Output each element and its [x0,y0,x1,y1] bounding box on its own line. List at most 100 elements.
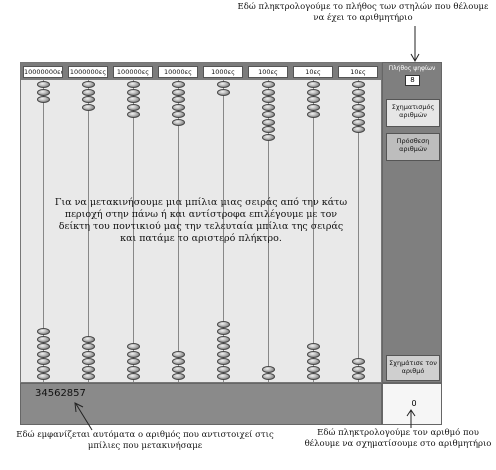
abacus-bead-bottom[interactable] [127,373,140,380]
abacus-bead-bottom[interactable] [307,358,320,365]
abacus-bead-top[interactable] [307,111,320,118]
abacus-bead-top[interactable] [217,88,230,96]
abacus-bead-bottom[interactable] [127,350,140,358]
abacus-bead-bottom[interactable] [262,365,275,373]
abacus-bead-top[interactable] [262,88,275,96]
abacus-bead-top[interactable] [307,96,320,103]
abacus-bead-top[interactable] [37,81,50,88]
abacus-bead-bottom[interactable] [172,358,185,365]
abacus-bead-top[interactable] [262,111,275,118]
abacus-bead-bottom[interactable] [37,358,50,365]
abacus-bead-top[interactable] [262,126,275,133]
abacus-bead-bottom[interactable] [37,335,50,343]
abacus-bead-top[interactable] [172,81,185,88]
abacus-bead-top[interactable] [172,111,185,118]
abacus-bead-top[interactable] [262,81,275,88]
abacus-bead-bottom[interactable] [307,365,320,373]
abacus-bead-top[interactable] [127,111,140,118]
abacus-bead-top[interactable] [307,103,320,111]
abacus-bead-top[interactable] [352,88,365,96]
abacus-bead-bottom[interactable] [172,373,185,380]
abacus-bead-bottom[interactable] [352,373,365,380]
form-numbers-button[interactable]: Σχηματισμός αριθμών [386,99,440,127]
abacus-bead-bottom[interactable] [217,365,230,373]
column-count-input[interactable] [405,75,420,86]
column-count-label: Πλήθος ψηφίων [388,65,436,72]
abacus-bead-bottom[interactable] [82,365,95,373]
abacus-bead-bottom[interactable] [82,343,95,350]
abacus-bead-top[interactable] [82,96,95,103]
abacus-bead-bottom[interactable] [127,365,140,373]
abacus-bead-bottom[interactable] [172,365,185,373]
abacus-bead-top[interactable] [352,96,365,103]
column-header: 10000ες [158,66,198,78]
abacus-bead-bottom[interactable] [217,335,230,343]
abacus-bead-bottom[interactable] [172,350,185,358]
abacus-bead-top[interactable] [352,111,365,118]
annotation-arrow-bottom-left [74,402,93,431]
abacus-panel: 10000000ες 1000000ες 100000ες 10000ες 1000ες… [20,62,382,383]
column-header: 10ες [293,66,333,78]
abacus-bead-bottom[interactable] [37,365,50,373]
abacus-bead-bottom[interactable] [307,343,320,350]
instructions-text: Για να μετακινήσουμε μια μπίλια μιας σει… [54,197,348,244]
side-panel: Πλήθος ψηφίων Σχηματισμός αριθμών Πρόσθε… [382,62,442,383]
abacus-bead-top[interactable] [127,103,140,111]
abacus-bead-bottom[interactable] [37,373,50,380]
abacus-bead-bottom[interactable] [37,343,50,350]
abacus-bead-bottom[interactable] [352,358,365,365]
abacus-bead-top[interactable] [82,88,95,96]
abacus-bead-bottom[interactable] [127,358,140,365]
abacus-bead-bottom[interactable] [82,350,95,358]
annotation-column-count: Εδώ πληκτρολογούμε το πλήθος των στηλών … [237,2,489,23]
abacus-bead-top[interactable] [352,126,365,133]
annotation-arrow-bottom-right [406,409,416,428]
abacus-bead-top[interactable] [307,81,320,88]
abacus-bead-bottom[interactable] [217,320,230,328]
abacus-bead-top[interactable] [352,118,365,126]
abacus-bead-bottom[interactable] [127,343,140,350]
abacus-bead-top[interactable] [82,81,95,88]
abacus-bead-bottom[interactable] [217,328,230,335]
abacus-bead-bottom[interactable] [307,350,320,358]
abacus-bead-top[interactable] [307,88,320,96]
abacus-bead-top[interactable] [127,81,140,88]
abacus-bead-top[interactable] [352,81,365,88]
abacus-bead-bottom[interactable] [82,358,95,365]
add-numbers-button[interactable]: Πρόσθεση αριθμών [386,133,440,161]
abacus-bead-bottom[interactable] [217,343,230,350]
column-header: 1000ες [203,66,243,78]
abacus-bead-top[interactable] [262,103,275,111]
abacus-bead-top[interactable] [127,88,140,96]
abacus-bead-top[interactable] [37,88,50,96]
abacus-bead-top[interactable] [217,81,230,88]
abacus-bead-bottom[interactable] [82,335,95,343]
column-header: 10000000ες [23,66,63,78]
abacus-bead-bottom[interactable] [262,373,275,380]
column-header: 100000ες [113,66,153,78]
column-header: 10ες [338,66,378,78]
abacus-bead-bottom[interactable] [82,373,95,380]
abacus-bead-bottom[interactable] [217,350,230,358]
abacus-bead-bottom[interactable] [217,358,230,365]
column-headers: 10000000ες 1000000ες 100000ες 10000ες 1000ες… [21,63,381,80]
abacus-bead-bottom[interactable] [217,373,230,380]
abacus-bead-top[interactable] [172,88,185,96]
abacus-bead-top[interactable] [262,118,275,126]
abacus-bead-top[interactable] [82,103,95,111]
abacus-bead-top[interactable] [262,96,275,103]
abacus-bead-top[interactable] [127,96,140,103]
abacus-bead-top[interactable] [172,118,185,126]
abacus-bead-bottom[interactable] [37,328,50,335]
abacus-bead-top[interactable] [172,103,185,111]
annotation-arrow-top [410,26,420,63]
abacus-bead-bottom[interactable] [307,373,320,380]
abacus-bead-top[interactable] [172,96,185,103]
column-header: 1000000ες [68,66,108,78]
abacus-bead-top[interactable] [37,96,50,103]
show-number-button[interactable]: Σχημάτισε τον αριθμό [386,355,440,381]
abacus-bead-bottom[interactable] [37,350,50,358]
abacus-bead-bottom[interactable] [352,365,365,373]
abacus-bead-top[interactable] [262,133,275,141]
abacus-bead-top[interactable] [352,103,365,111]
